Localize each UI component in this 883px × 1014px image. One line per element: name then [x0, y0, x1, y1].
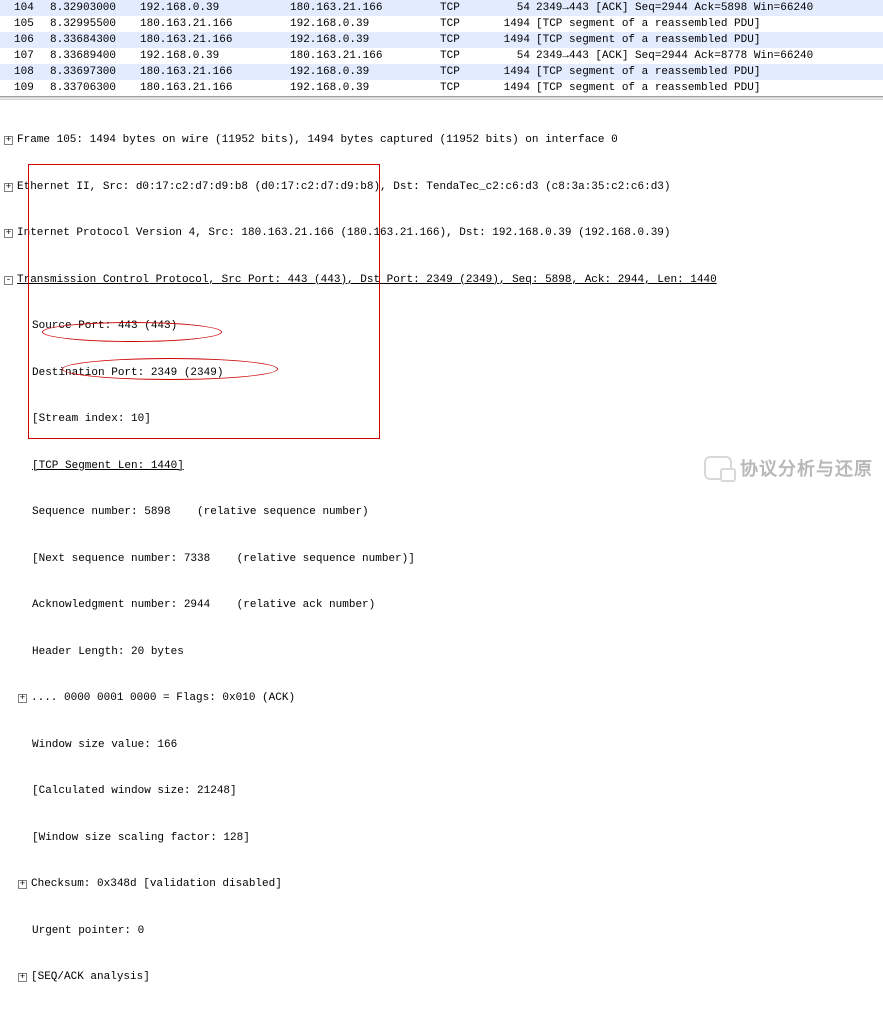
tree-seglen[interactable]: [TCP Segment Len: 1440]: [0, 459, 883, 475]
tree-checksum[interactable]: +Checksum: 0x348d [validation disabled]: [0, 877, 883, 893]
expand-icon[interactable]: +: [4, 183, 13, 192]
col-len: 54: [490, 1, 536, 15]
tree-win[interactable]: Window size value: 166: [0, 738, 883, 754]
expand-icon[interactable]: +: [4, 136, 13, 145]
packet-row[interactable]: 1068.33684300180.163.21.166192.168.0.39T…: [0, 32, 883, 48]
col-dst: 180.163.21.166: [290, 1, 440, 15]
tree-wscale[interactable]: [Window size scaling factor: 128]: [0, 831, 883, 847]
tree-urgent[interactable]: Urgent pointer: 0: [0, 924, 883, 940]
packet-list[interactable]: 1048.32903000192.168.0.39180.163.21.166T…: [0, 0, 883, 97]
expand-icon[interactable]: +: [18, 694, 27, 703]
packet-row[interactable]: 1098.33706300180.163.21.166192.168.0.39T…: [0, 80, 883, 96]
tree-tcp[interactable]: -Transmission Control Protocol, Src Port…: [0, 273, 883, 289]
tree-ip[interactable]: +Internet Protocol Version 4, Src: 180.1…: [0, 226, 883, 242]
col-proto: TCP: [440, 1, 490, 15]
tree-ethernet[interactable]: +Ethernet II, Src: d0:17:c2:d7:d9:b8 (d0…: [0, 180, 883, 196]
tree-cwin[interactable]: [Calculated window size: 21248]: [0, 784, 883, 800]
tree-stream-index[interactable]: [Stream index: 10]: [0, 412, 883, 428]
tree-frame[interactable]: +Frame 105: 1494 bytes on wire (11952 bi…: [0, 133, 883, 149]
tree-src-port[interactable]: Source Port: 443 (443): [0, 319, 883, 335]
packet-row[interactable]: 1048.32903000192.168.0.39180.163.21.166T…: [0, 0, 883, 16]
tree-seqack[interactable]: +[SEQ/ACK analysis]: [0, 970, 883, 986]
tree-seq[interactable]: Sequence number: 5898 (relative sequence…: [0, 505, 883, 521]
tree-flags[interactable]: +.... 0000 0001 0000 = Flags: 0x010 (ACK…: [0, 691, 883, 707]
col-no: 104: [14, 1, 50, 15]
tree-ack[interactable]: Acknowledgment number: 2944 (relative ac…: [0, 598, 883, 614]
expand-icon[interactable]: +: [4, 229, 13, 238]
tree-nextseq[interactable]: [Next sequence number: 7338 (relative se…: [0, 552, 883, 568]
col-time: 8.32903000: [50, 1, 140, 15]
col-info: 2349→443 [ACK] Seq=2944 Ack=5898 Win=662…: [536, 1, 883, 15]
expand-icon[interactable]: +: [18, 880, 27, 889]
annotation-box: [28, 164, 380, 439]
tree-dst-port[interactable]: Destination Port: 2349 (2349): [0, 366, 883, 382]
expand-icon[interactable]: +: [18, 973, 27, 982]
packet-row[interactable]: 1058.32995500180.163.21.166192.168.0.39T…: [0, 16, 883, 32]
collapse-icon[interactable]: -: [4, 276, 13, 285]
tree-hlen[interactable]: Header Length: 20 bytes: [0, 645, 883, 661]
packet-row[interactable]: 1088.33697300180.163.21.166192.168.0.39T…: [0, 64, 883, 80]
packet-row[interactable]: 1078.33689400192.168.0.39180.163.21.166T…: [0, 48, 883, 64]
packet-details-tree[interactable]: +Frame 105: 1494 bytes on wire (11952 bi…: [0, 100, 883, 1014]
col-src: 192.168.0.39: [140, 1, 290, 15]
